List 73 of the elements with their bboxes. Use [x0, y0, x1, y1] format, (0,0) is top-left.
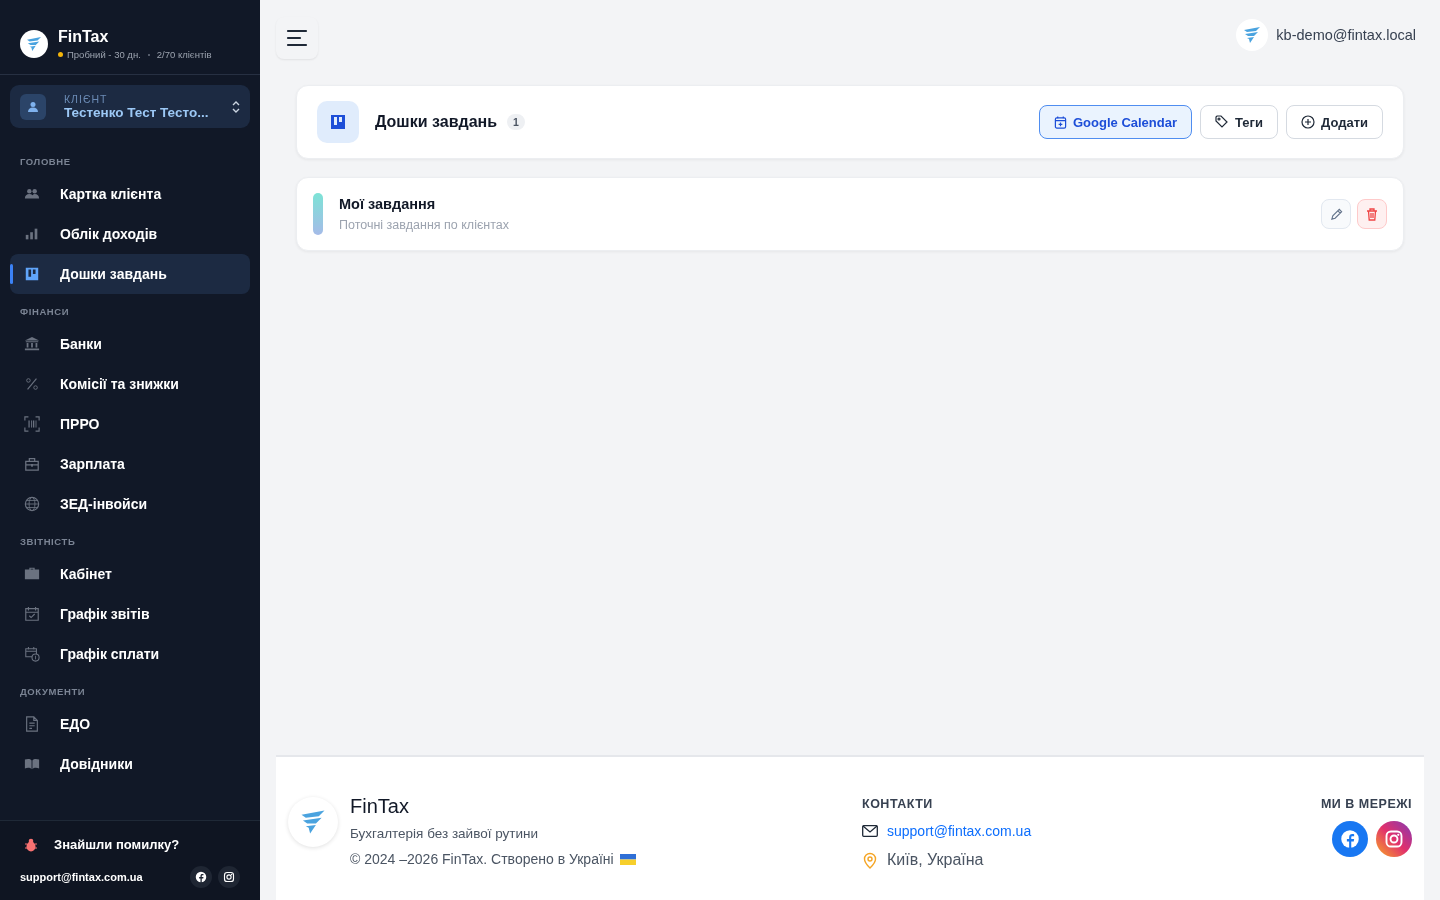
section-heading: ГОЛОВНЕ [19, 156, 72, 169]
add-button[interactable]: Додати [1285, 105, 1383, 139]
avatar-icon [1236, 19, 1269, 51]
tagline: Бухгалтерія без зайвої рутини [350, 826, 538, 841]
instagram-icon[interactable] [218, 866, 240, 888]
bank-icon [24, 336, 40, 352]
contacts-heading: КОНТАКТИ [862, 797, 933, 811]
page-title: Дошки завдань [375, 113, 498, 131]
sidebar-item[interactable]: ЕДО [10, 704, 250, 744]
email-link[interactable]: support@fintax.com.ua [887, 823, 1032, 839]
mail-icon [862, 825, 878, 837]
board-icon [317, 101, 359, 143]
board-description: Поточні завдання по клієнтах [339, 218, 509, 232]
report-bug-link[interactable]: Знайшли помилку? [24, 837, 180, 852]
section-heading: ЗВІТНІСТЬ [19, 536, 77, 549]
count-badge: 1 [507, 114, 525, 130]
board-title: Мої завдання [339, 196, 436, 212]
calendar-button[interactable]: Google Calendar [1039, 105, 1193, 139]
plus-circle-icon [1300, 115, 1315, 129]
bug-icon [24, 837, 38, 852]
briefcase-icon [24, 566, 40, 582]
calendar-check-icon [24, 606, 40, 622]
status-dot [58, 52, 63, 57]
footer-brand: FinTax [350, 795, 409, 818]
menu-button[interactable] [276, 17, 318, 59]
pencil-icon [1329, 207, 1343, 221]
trash-icon [1366, 207, 1378, 221]
board-icon [24, 266, 40, 282]
sidebar-item[interactable]: ПРРО [10, 404, 250, 444]
sidebar-item[interactable]: Банки [10, 324, 250, 364]
bar-chart-icon [24, 226, 40, 242]
logo-icon [20, 30, 48, 58]
brand-name: FinTax [58, 28, 109, 46]
case-icon [24, 456, 40, 472]
delete-button[interactable] [1357, 199, 1387, 229]
location: Київ, Україна [887, 851, 984, 869]
calendar-plus-icon [1054, 115, 1067, 129]
flag-icon [619, 853, 636, 865]
sidebar-item[interactable]: Кабінет [10, 554, 250, 594]
board-card[interactable]: Мої завдання Поточні завдання по клієнтах [296, 177, 1404, 251]
document-icon [24, 716, 40, 732]
globe-icon [24, 496, 40, 512]
sidebar-item[interactable]: Графік сплати [10, 634, 250, 674]
copyright: © 2024 –2026 FinTax. Створено в Україні [350, 851, 614, 867]
location-pin-icon [862, 851, 878, 869]
client-selector[interactable]: КЛІЄНТ Тестенко Тест Тесто... [10, 85, 250, 128]
sidebar-item[interactable]: Комісії та знижки [10, 364, 250, 404]
edit-button[interactable] [1321, 199, 1351, 229]
sidebar-item[interactable]: Облік доходів [10, 214, 250, 254]
chevron-updown-icon [232, 100, 240, 113]
section-heading: ДОКУМЕНТИ [19, 686, 87, 699]
user-menu[interactable]: kb-demo@fintax.local [1236, 19, 1416, 51]
sidebar-item[interactable]: Довідники [10, 744, 250, 784]
support-email[interactable]: support@fintax.com.ua [20, 871, 143, 883]
facebook-icon[interactable] [190, 866, 212, 888]
social-heading: МИ В МЕРЕЖІ [1320, 797, 1412, 811]
sidebar-item[interactable]: Картка клієнта [10, 174, 250, 214]
book-icon [24, 756, 40, 772]
calendar-coin-icon [24, 646, 40, 662]
percent-icon [24, 376, 40, 392]
tag-icon [1215, 115, 1230, 129]
tags-button[interactable]: Теги [1200, 105, 1278, 139]
person-icon [20, 93, 46, 120]
sidebar-item[interactable]: ЗЕД-інвойси [10, 484, 250, 524]
section-heading: ФІНАНСИ [19, 306, 71, 319]
sidebar-item[interactable]: Дошки завдань [10, 254, 250, 294]
client-count: 2/70 клієнтів [156, 49, 212, 60]
color-bar [313, 193, 323, 235]
sidebar-item[interactable]: Графік звітів [10, 594, 250, 634]
barcode-icon [24, 416, 40, 432]
sidebar-item[interactable]: Зарплата [10, 444, 250, 484]
menu-icon [286, 29, 308, 47]
plan-status: Пробний - 30 дн. [67, 49, 141, 60]
